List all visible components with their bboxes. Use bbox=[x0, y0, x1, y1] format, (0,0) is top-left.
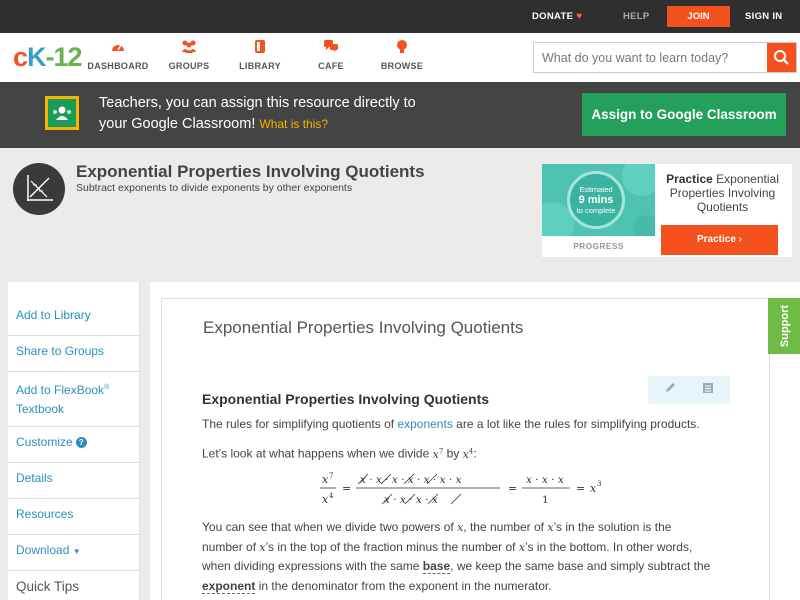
caret-down-icon: ▼ bbox=[72, 547, 81, 556]
paragraph-3: You can see that when we divide two powe… bbox=[202, 520, 672, 534]
help-icon[interactable]: ? bbox=[75, 437, 87, 448]
donate-link[interactable]: DONATE ♥ bbox=[532, 11, 582, 22]
heart-icon: ♥ bbox=[576, 11, 583, 22]
svg-text:x: x bbox=[590, 482, 597, 495]
base-term[interactable]: base bbox=[422, 559, 451, 574]
quick-tips-heading[interactable]: Quick Tips bbox=[16, 579, 79, 594]
chevron-right-icon: › bbox=[738, 234, 743, 245]
paragraph-5: when dividing expressions with the same … bbox=[202, 559, 711, 574]
svg-text:x · x · x · x · x · x · x: x · x · x · x · x · x · x bbox=[360, 474, 462, 486]
svg-text:4: 4 bbox=[329, 492, 334, 500]
svg-text:1: 1 bbox=[542, 494, 549, 506]
divider bbox=[8, 570, 140, 571]
exponents-link[interactable]: exponents bbox=[397, 417, 452, 431]
estimated-time-badge: Estimated 9 mins to complete bbox=[567, 171, 625, 229]
google-classroom-banner: Teachers, you can assign this resource d… bbox=[0, 82, 800, 148]
search-button[interactable] bbox=[767, 43, 796, 72]
chat-bubbles-icon bbox=[296, 39, 366, 57]
book-icon bbox=[225, 39, 295, 57]
svg-text:=: = bbox=[342, 482, 351, 495]
divider bbox=[8, 534, 140, 535]
graph-axes-icon bbox=[13, 163, 65, 215]
paragraph-2: Let’s look at what happens when we divid… bbox=[202, 446, 477, 461]
article-title: Exponential Properties Involving Quotien… bbox=[203, 318, 524, 337]
svg-text:=: = bbox=[576, 482, 585, 495]
divider bbox=[8, 371, 140, 372]
pencil-icon[interactable] bbox=[662, 381, 678, 397]
svg-text:x · x · x · x: x · x · x · x bbox=[384, 494, 438, 506]
svg-text:7: 7 bbox=[329, 472, 333, 480]
gauge-icon bbox=[83, 39, 153, 57]
assign-google-classroom-button[interactable]: Assign to Google Classroom bbox=[582, 93, 786, 136]
division-equation: x7 x4 = x · x · x · x · x · x · x x · x … bbox=[320, 472, 601, 506]
divider bbox=[8, 426, 140, 427]
paragraph-4: number of x’s in the top of the fraction… bbox=[202, 540, 693, 554]
practice-banner: Estimated 9 mins to complete bbox=[542, 164, 655, 236]
join-button[interactable]: JOIN bbox=[667, 6, 730, 27]
nav-library[interactable]: LIBRARY bbox=[225, 39, 295, 71]
sidebar: Add to Library Share to Groups Add to Fl… bbox=[8, 282, 140, 600]
nav-groups[interactable]: GROUPS bbox=[154, 39, 224, 71]
practice-card: Estimated 9 mins to complete PROGRESS Pr… bbox=[542, 164, 792, 257]
nav-browse[interactable]: BROWSE bbox=[367, 39, 437, 71]
practice-button[interactable]: Practice › bbox=[661, 225, 778, 255]
what-is-this-link[interactable]: What is this? bbox=[259, 117, 328, 131]
svg-text:=: = bbox=[508, 482, 517, 495]
divider bbox=[8, 335, 140, 336]
divider bbox=[8, 462, 140, 463]
sidebar-customize[interactable]: Customize? bbox=[16, 433, 87, 452]
page-title: Exponential Properties Involving Quotien… bbox=[76, 162, 425, 181]
article-content: Exponential Properties Involving Quotien… bbox=[161, 298, 770, 600]
paragraph-1: The rules for simplifying quotients of e… bbox=[202, 417, 700, 431]
sidebar-add-to-flexbook[interactable]: Add to FlexBook® Textbook bbox=[16, 378, 109, 419]
sidebar-details[interactable]: Details bbox=[16, 469, 53, 488]
lightbulb-icon bbox=[367, 39, 437, 57]
section-heading: Exponential Properties Involving Quotien… bbox=[202, 391, 490, 407]
nav-cafe[interactable]: CAFE bbox=[296, 39, 366, 71]
divider bbox=[8, 498, 140, 499]
classroom-message: Teachers, you can assign this resource d… bbox=[99, 95, 416, 132]
sidebar-share-to-groups[interactable]: Share to Groups bbox=[16, 342, 104, 361]
main-nav: cK-12 DASHBOARD GROUPS LIBRARY CAFE BROW… bbox=[0, 33, 800, 82]
sidebar-download[interactable]: Download ▼ bbox=[16, 541, 81, 561]
exponent-term[interactable]: exponent bbox=[202, 579, 256, 594]
svg-text:x: x bbox=[322, 493, 329, 506]
practice-title: Practice Exponential Properties Involvin… bbox=[666, 172, 779, 214]
search-box bbox=[533, 42, 797, 73]
sidebar-resources[interactable]: Resources bbox=[16, 505, 73, 524]
google-classroom-icon bbox=[45, 96, 79, 130]
ck12-logo[interactable]: cK-12 bbox=[13, 44, 83, 71]
search-input[interactable] bbox=[534, 43, 768, 72]
progress-label: PROGRESS bbox=[573, 241, 624, 251]
svg-text:x · x · x: x · x · x bbox=[526, 474, 564, 486]
sidebar-add-to-library[interactable]: Add to Library bbox=[16, 306, 91, 325]
support-tab[interactable]: Support bbox=[768, 298, 800, 354]
paragraph-6: exponent in the denominator from the exp… bbox=[202, 579, 552, 594]
nav-dashboard[interactable]: DASHBOARD bbox=[83, 39, 153, 71]
top-bar: DONATE ♥ HELP JOIN SIGN IN bbox=[0, 0, 800, 33]
search-icon bbox=[774, 50, 789, 65]
svg-text:x: x bbox=[322, 473, 329, 486]
notes-icon[interactable] bbox=[700, 381, 716, 397]
page-subtitle: Subtract exponents to divide exponents b… bbox=[76, 182, 353, 194]
svg-text:3: 3 bbox=[597, 480, 601, 488]
people-icon bbox=[154, 39, 224, 57]
annotation-tools bbox=[648, 376, 730, 404]
help-link[interactable]: HELP bbox=[623, 11, 650, 22]
sign-in-link[interactable]: SIGN IN bbox=[745, 11, 782, 22]
